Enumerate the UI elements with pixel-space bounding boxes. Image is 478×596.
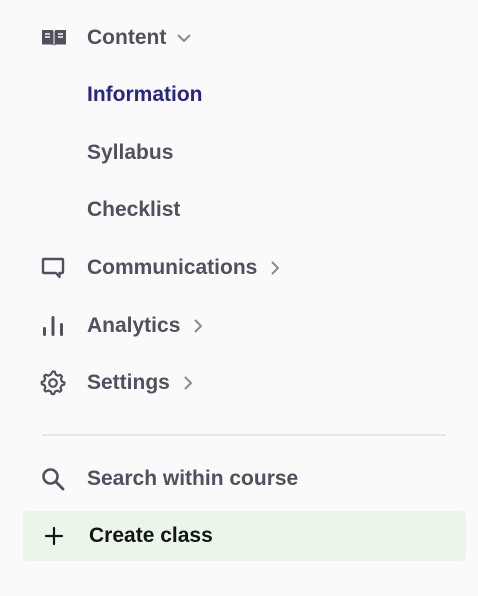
chevron-right-icon — [180, 375, 196, 391]
bar-chart-icon — [40, 311, 70, 341]
chevron-right-icon — [267, 260, 283, 276]
section-divider — [42, 434, 446, 436]
book-icon — [40, 23, 70, 53]
chat-icon — [40, 253, 70, 283]
chevron-right-icon — [190, 318, 206, 334]
search-label: Search within course — [87, 467, 299, 490]
nav-item-label: Communications — [87, 256, 258, 279]
nav-item-content[interactable]: Content — [40, 22, 192, 54]
nav-item-settings[interactable]: Settings — [40, 367, 196, 399]
nav-subitem-syllabus[interactable]: Syllabus — [87, 137, 173, 169]
search-icon — [40, 464, 70, 494]
nav-item-label: Content — [87, 26, 167, 49]
plus-icon — [42, 521, 72, 551]
nav-item-analytics[interactable]: Analytics — [40, 310, 206, 342]
nav-subitem-label: Information — [87, 83, 203, 106]
nav-item-communications[interactable]: Communications — [40, 252, 283, 284]
gear-icon — [40, 368, 70, 398]
create-class-button[interactable]: Create class — [23, 511, 466, 561]
nav-item-label: Analytics — [87, 314, 181, 337]
nav-subitem-checklist[interactable]: Checklist — [87, 194, 180, 226]
create-class-label: Create class — [89, 524, 213, 547]
nav-subitem-label: Checklist — [87, 198, 181, 221]
nav-subitem-label: Syllabus — [87, 141, 174, 164]
nav-subitem-information[interactable]: Information — [87, 79, 203, 111]
search-within-course-button[interactable]: Search within course — [40, 463, 298, 495]
nav-item-label: Settings — [87, 371, 170, 394]
chevron-down-icon — [176, 30, 192, 46]
